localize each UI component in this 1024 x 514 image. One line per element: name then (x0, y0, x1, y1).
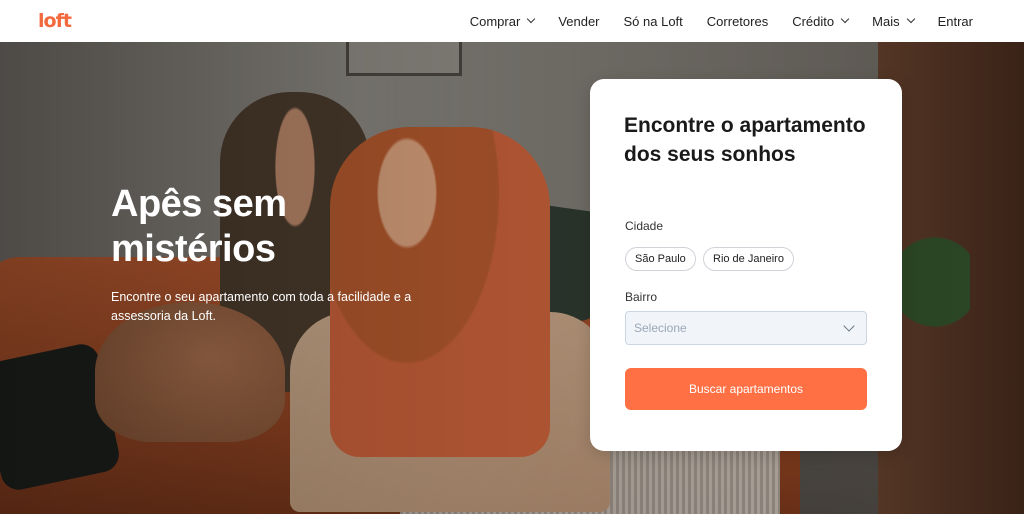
nav-corretores-label: Corretores (706, 13, 769, 29)
nav-mais-label: Mais (872, 13, 900, 29)
loft-logo[interactable]: loft (38, 8, 72, 34)
city-label: Cidade (625, 219, 664, 233)
chevron-down-icon (840, 14, 850, 24)
chevron-down-icon (843, 320, 855, 332)
nav-entrar[interactable]: Entrar (938, 14, 973, 29)
nav-entrar-label: Entrar (937, 13, 973, 29)
neighborhood-select-placeholder: Selecione (634, 321, 687, 335)
nav-vender-label: Vender (558, 13, 600, 29)
neighborhood-select[interactable]: Selecione (625, 311, 867, 345)
city-chip-rio-de-janeiro[interactable]: Rio de Janeiro (703, 247, 794, 271)
neighborhood-label: Bairro (625, 290, 658, 304)
nav-comprar-label: Comprar (469, 13, 521, 29)
nav-credito[interactable]: Crédito (792, 13, 850, 29)
search-apartments-button[interactable]: Buscar apartamentos (625, 368, 867, 410)
city-chip-sao-paulo[interactable]: São Paulo (625, 247, 696, 271)
nav-mais[interactable]: Mais (872, 13, 915, 29)
nav-comprar[interactable]: Comprar (469, 13, 536, 29)
main-nav: Comprar Vender Só na Loft Corretores Cré… (446, 0, 973, 42)
top-navbar: loft Comprar Vender Só na Loft Corretore… (0, 0, 1024, 42)
search-card-title: Encontre o apartamento dos seus sonhos (624, 114, 866, 166)
chevron-down-icon (906, 14, 915, 24)
hero-subtitle: Encontre o seu apartamento com toda a fa… (111, 290, 412, 323)
logo-text: loft (38, 10, 72, 32)
chevron-down-icon (527, 14, 536, 24)
search-card: Encontre o apartamento dos seus sonhos C… (590, 79, 902, 451)
nav-credito-label: Crédito (792, 13, 835, 29)
nav-corretores[interactable]: Corretores (707, 14, 768, 29)
hero-title: Apês sem mistérios (111, 183, 287, 270)
nav-so-na-loft-label: Só na Loft (623, 13, 683, 29)
nav-so-na-loft[interactable]: Só na Loft (624, 14, 683, 29)
nav-vender[interactable]: Vender (558, 14, 599, 29)
